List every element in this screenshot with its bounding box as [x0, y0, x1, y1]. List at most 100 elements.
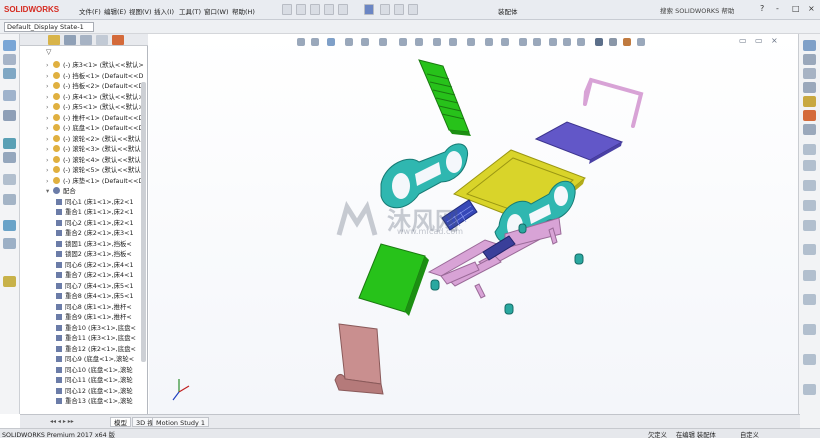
tree-scrollbar[interactable]	[141, 82, 146, 362]
display-state-dropdown[interactable]: Default_Display State-1	[4, 22, 94, 32]
component-item[interactable]: › (-) 挡板<2> (Default<<D	[46, 81, 143, 91]
sketch-fillet-icon[interactable]	[803, 200, 816, 211]
linear-pattern-icon[interactable]	[3, 68, 16, 79]
caster-wheel[interactable]	[574, 253, 584, 265]
exploded-view-icon[interactable]	[3, 220, 16, 231]
sketch-circle-icon[interactable]	[803, 160, 816, 171]
caster-wheel[interactable]	[504, 303, 514, 315]
display-manager-tab-icon[interactable]	[112, 35, 124, 45]
move-component-icon[interactable]	[3, 90, 16, 101]
mate-icon[interactable]	[3, 54, 16, 65]
mate-item[interactable]: 同心7 (床4<1>,床5<1	[56, 281, 134, 291]
new-motion-study-icon[interactable]	[3, 174, 16, 185]
menu-window[interactable]: 窗口(W)	[204, 6, 229, 16]
save-icon[interactable]	[310, 4, 320, 15]
menu-edit[interactable]: 编辑(E)	[104, 6, 126, 16]
tab-model[interactable]: 模型	[110, 417, 131, 427]
mate-item[interactable]: 重合1 (床1<1>,床2<1	[56, 207, 134, 217]
maximize-button[interactable]: □	[792, 4, 800, 13]
update-speedpak-icon[interactable]	[3, 276, 16, 287]
mate-item[interactable]: 同心8 (床1<1>,推杆<	[56, 302, 132, 312]
assembly-features-icon[interactable]	[3, 138, 16, 149]
expand-arrow-icon[interactable]: ›	[46, 60, 52, 70]
component-item[interactable]: › (-) 滚轮<3> (默认<<默认>	[46, 144, 146, 154]
help-search-input[interactable]: 搜索 SOLIDWORKS 帮助	[660, 5, 734, 15]
mate-item[interactable]: 同心11 (底盘<1>,滚轮	[56, 375, 133, 385]
menu-help[interactable]: 帮助(H)	[232, 6, 255, 16]
tab-motion-study[interactable]: Motion Study 1	[152, 417, 210, 427]
backrest-board[interactable]	[334, 323, 384, 395]
mate-item[interactable]: 重合13 (底盘<1>,滚轮	[56, 396, 133, 406]
expand-arrow-icon[interactable]: ›	[46, 102, 52, 112]
expand-arrow-icon[interactable]: ›	[46, 81, 52, 91]
new-file-icon[interactable]	[282, 4, 292, 15]
help-icon[interactable]: ?	[760, 4, 764, 13]
show-hidden-icon[interactable]	[3, 110, 16, 121]
expand-arrow-icon[interactable]: ›	[46, 144, 52, 154]
print-icon[interactable]	[324, 4, 334, 15]
caster-wheel[interactable]	[430, 279, 440, 291]
expand-arrow-icon[interactable]: ›	[46, 176, 52, 186]
menu-insert[interactable]: 插入(I)	[154, 6, 174, 16]
undo-icon[interactable]	[338, 4, 348, 15]
appearances-icon[interactable]	[803, 96, 816, 107]
sketch-line-icon[interactable]	[803, 144, 816, 155]
property-manager-tab-icon[interactable]	[64, 35, 76, 45]
expand-arrow-icon[interactable]: ›	[46, 113, 52, 123]
open-file-icon[interactable]	[296, 4, 306, 15]
menu-view[interactable]: 视图(V)	[129, 6, 152, 16]
headboard-grille-panel[interactable]	[418, 59, 471, 136]
component-item[interactable]: › (-) 床4<1> (默认<<默认>	[46, 92, 144, 102]
feature-manager-tab-icon[interactable]	[48, 35, 60, 45]
caster-wheel[interactable]	[518, 223, 527, 234]
mate-item[interactable]: 重合2 (床2<1>,床3<1	[56, 228, 134, 238]
violet-board-panel[interactable]	[534, 121, 624, 164]
filter-icon[interactable]: ▽	[46, 48, 51, 56]
select-icon[interactable]	[364, 4, 374, 15]
solidworks-resources-icon[interactable]	[803, 40, 816, 51]
footboard-panel[interactable]	[358, 243, 429, 316]
custom-properties-icon[interactable]	[803, 110, 816, 121]
mate-item[interactable]: 同心10 (底盘<1>,滚轮	[56, 365, 133, 375]
bill-of-materials-icon[interactable]	[3, 194, 16, 205]
rebuild-icon[interactable]	[380, 4, 390, 15]
expand-arrow-icon[interactable]: ›	[46, 71, 52, 81]
bed-side-rail-left[interactable]	[380, 143, 469, 209]
forum-icon[interactable]	[803, 124, 816, 135]
mate-item[interactable]: 重合9 (床1<1>,推杆<	[56, 312, 132, 322]
component-item[interactable]: › (-) 滚轮<4> (默认<<默认>	[46, 155, 146, 165]
component-item[interactable]: › (-) 床5<1> (默认<<默认>	[46, 102, 144, 112]
expand-arrow-icon[interactable]: ›	[46, 123, 52, 133]
sketch-trim-icon[interactable]	[803, 220, 816, 231]
mate-item[interactable]: 同心12 (底盘<1>,滚轮	[56, 386, 133, 396]
instant3d-icon[interactable]	[3, 238, 16, 249]
mate-item[interactable]: 重合10 (床3<1>,底盘<	[56, 323, 136, 333]
sketch-options-icon[interactable]	[803, 354, 816, 365]
options-icon[interactable]	[408, 4, 418, 15]
expand-arrow-icon[interactable]: ›	[46, 92, 52, 102]
mate-item[interactable]: 重合12 (床2<1>,底盘<	[56, 344, 136, 354]
insert-component-icon[interactable]	[3, 40, 16, 51]
expand-arrow-icon[interactable]: ›	[46, 165, 52, 175]
mate-item[interactable]: 同心2 (床1<1>,床2<1	[56, 218, 134, 228]
dimxpert-tab-icon[interactable]	[96, 35, 108, 45]
component-item[interactable]: › (-) 床3<1> (默认<<默认>	[46, 60, 144, 70]
mate-item[interactable]: 重合11 (床3<1>,底盘<	[56, 333, 136, 343]
file-properties-icon[interactable]	[394, 4, 404, 15]
component-item[interactable]: › (-) 挡板<1> (Default<<D	[46, 71, 143, 81]
view-palette-icon[interactable]	[803, 82, 816, 93]
sketch-relations-icon[interactable]	[803, 294, 816, 305]
push-handle[interactable]	[583, 77, 644, 128]
sketch-exit-icon[interactable]	[803, 384, 816, 395]
mate-item[interactable]: 锁固2 (床3<1>,挡板<	[56, 249, 132, 259]
mate-item[interactable]: 同心1 (床1<1>,床2<1	[56, 197, 134, 207]
expand-arrow-icon[interactable]: ›	[46, 134, 52, 144]
design-library-icon[interactable]	[803, 54, 816, 65]
expand-arrow-icon[interactable]: ▾	[46, 186, 52, 196]
sketch-pattern-icon[interactable]	[803, 270, 816, 281]
mate-item[interactable]: 重合7 (床2<1>,床4<1	[56, 270, 134, 280]
graphics-area[interactable]: ▭ ▭ × 沐风网 www.mfcad.com	[149, 34, 799, 414]
mate-item[interactable]: 锁固1 (床3<1>,挡板<	[56, 239, 132, 249]
menu-tools[interactable]: 工具(T)	[179, 6, 201, 16]
mate-item[interactable]: 同心6 (床2<1>,床4<1	[56, 260, 134, 270]
